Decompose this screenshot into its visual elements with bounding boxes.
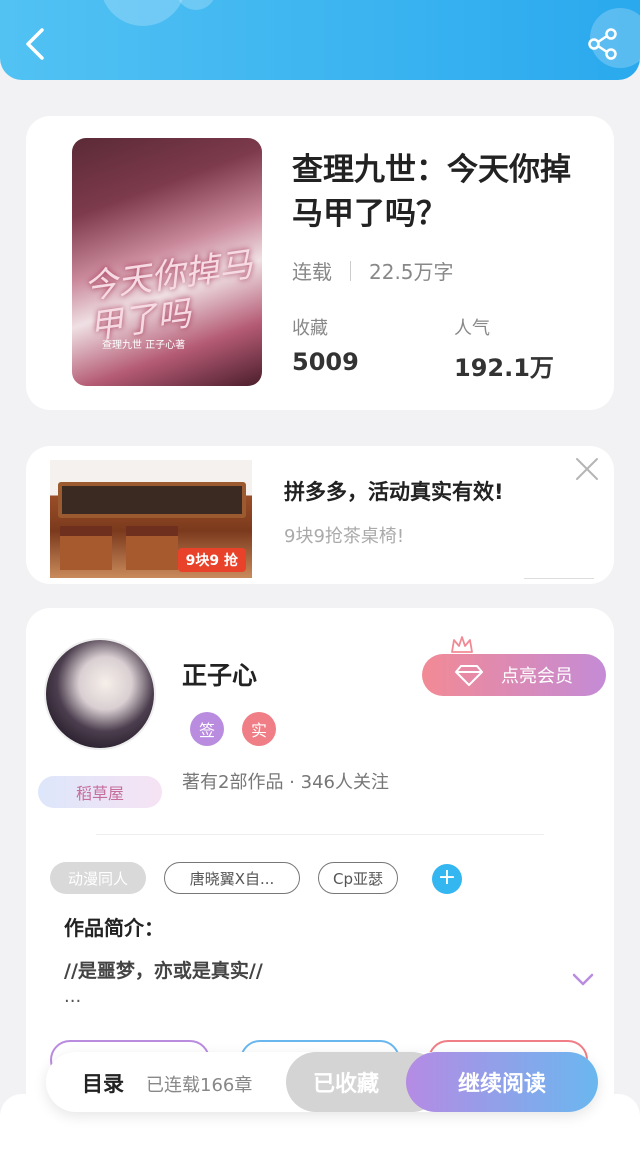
popularity-label: 人气 [454, 318, 490, 339]
avatar[interactable] [44, 638, 156, 750]
add-tag-button[interactable]: + [432, 864, 462, 894]
author-house-tag[interactable]: 稻草屋 [38, 776, 162, 808]
cover-title-art: 今天你掉马甲了吗 [81, 244, 256, 348]
ad-image[interactable]: 9块9 抢 [50, 460, 252, 578]
divider [350, 260, 351, 281]
continue-reading-button[interactable]: 继续阅读 [406, 1052, 598, 1112]
intro-heading: 作品简介： [64, 916, 164, 940]
book-title: 查理九世：今天你掉马甲了吗？ [292, 152, 571, 232]
collect-label: 收藏 [292, 318, 328, 339]
ad-banner[interactable]: 9块9 抢 拼多多，活动真实有效! 9块9抢茶桌椅! [26, 446, 614, 584]
chapter-count: 已连载166章 [146, 1075, 253, 1096]
chevron-left-icon [26, 28, 44, 60]
book-cover[interactable]: 今天你掉马甲了吗 查理九世 正子心著 [72, 138, 262, 386]
serial-status: 连载 [292, 260, 332, 284]
category-tag[interactable]: 动漫同人 [50, 862, 146, 894]
ad-subtitle: 9块9抢茶桌椅! [284, 526, 405, 547]
book-info-card: 今天你掉马甲了吗 查理九世 正子心著 查理九世：今天你掉马甲了吗？ 连载 22.… [26, 116, 614, 410]
vip-button[interactable]: 点亮会员 [422, 654, 606, 696]
toc-button[interactable]: 目录 [82, 1068, 124, 1098]
ad-table-graphic [58, 482, 246, 518]
divider [524, 578, 594, 579]
popularity-count: 192.1万 [454, 354, 554, 382]
chevron-down-icon[interactable] [572, 972, 594, 988]
divider [96, 834, 544, 835]
crown-icon [451, 636, 473, 653]
continue-reading-label: 继续阅读 [457, 1072, 546, 1097]
ad-title: 拼多多，活动真实有效! [284, 480, 504, 504]
vip-button-label: 点亮会员 [501, 666, 573, 687]
top-app-bar [0, 0, 640, 80]
diamond-icon [455, 665, 483, 686]
reading-action-bar: 目录 已连载166章 已收藏 继续阅读 [46, 1052, 598, 1112]
cover-subtitle: 查理九世 正子心著 [102, 340, 186, 351]
intro-text: //是噩梦，亦或是真实// [64, 960, 263, 982]
ad-stool-graphic [60, 526, 112, 570]
ad-stool-graphic [126, 526, 178, 570]
back-button[interactable] [18, 24, 52, 64]
favorited-label: 已收藏 [312, 1072, 379, 1097]
share-icon [588, 28, 617, 60]
intro-ellipsis: ... [64, 986, 82, 1007]
house-tag-label: 稻草屋 [75, 784, 124, 803]
character-tag[interactable]: Cp亚瑟 [318, 862, 398, 894]
share-button[interactable] [586, 26, 620, 62]
decor-bubble [176, 0, 216, 10]
author-meta: 著有2部作品 · 346人关注 [182, 772, 389, 793]
verified-badge: 实 [242, 712, 276, 746]
word-count: 22.5万字 [369, 260, 454, 284]
collect-count: 5009 [292, 348, 359, 376]
close-icon[interactable] [572, 454, 602, 484]
signed-badge: 签 [190, 712, 224, 746]
book-status-row: 连载 22.5万字 [292, 256, 454, 285]
pairing-tag[interactable]: 唐晓翼X自... [164, 862, 300, 894]
decor-bubble [100, 0, 186, 26]
ad-price-badge: 9块9 抢 [177, 548, 246, 572]
author-name[interactable]: 正子心 [182, 656, 257, 692]
